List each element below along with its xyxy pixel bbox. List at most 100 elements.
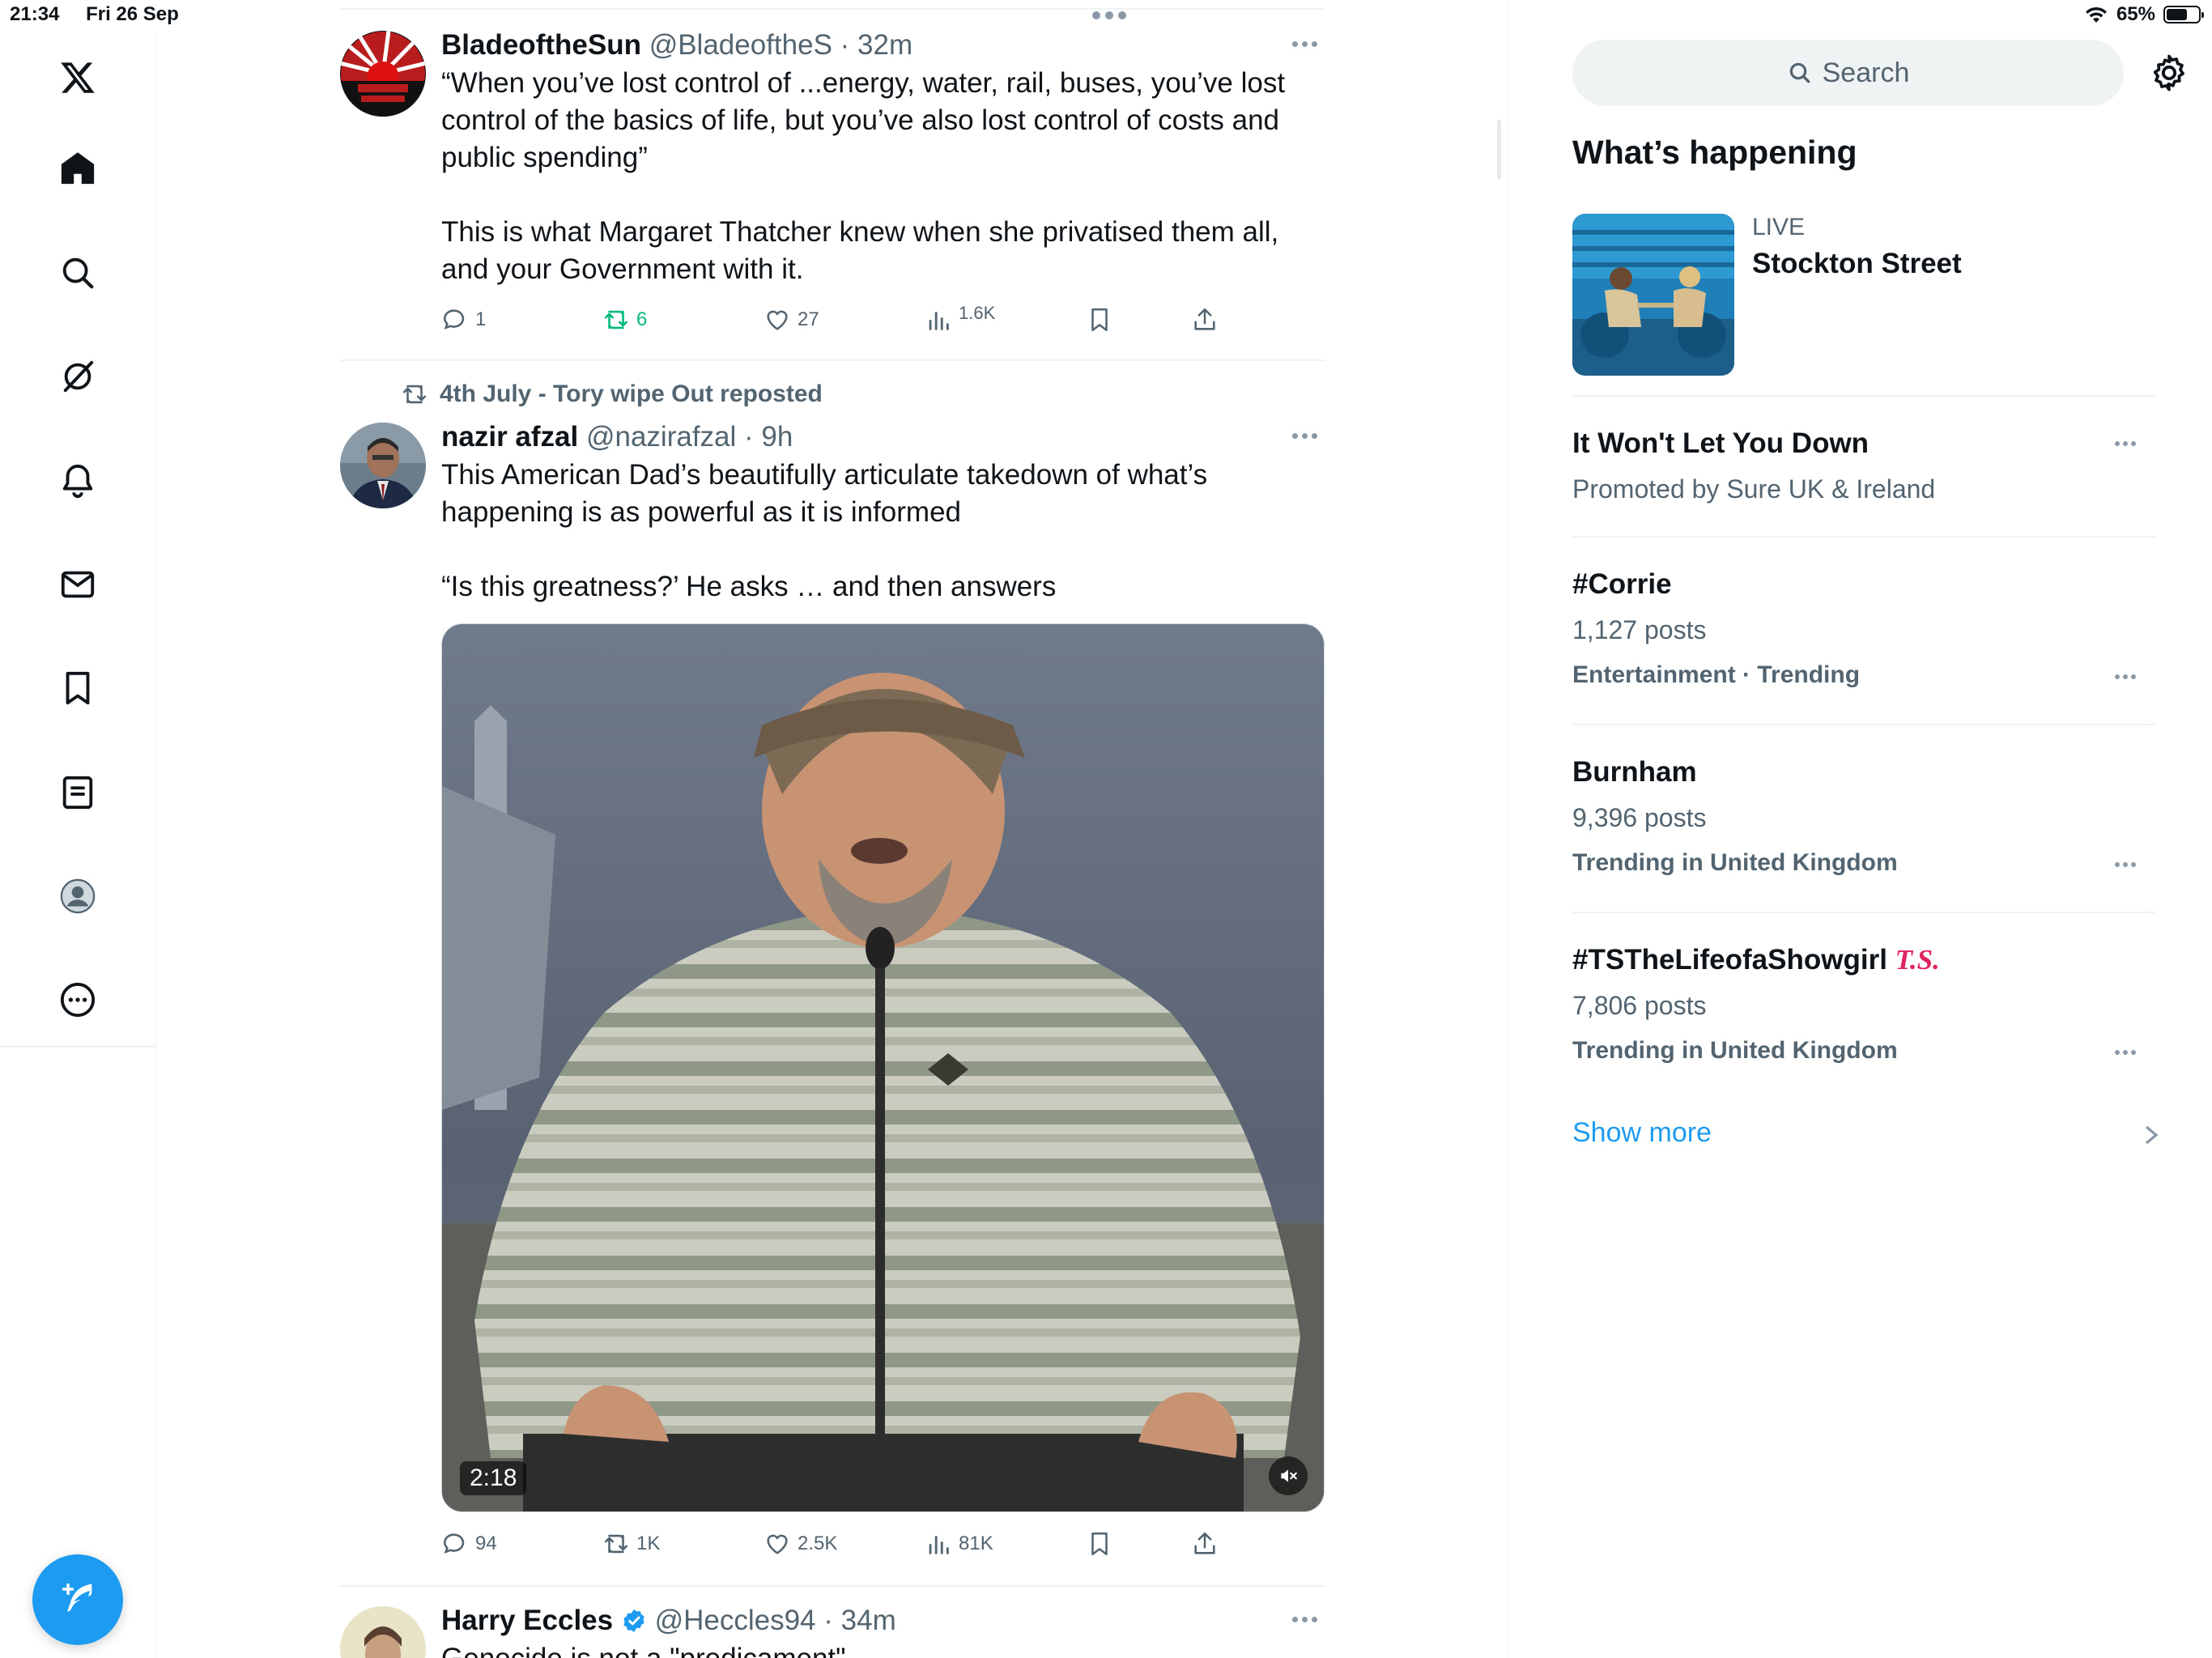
- status-time: 21:34: [10, 3, 60, 25]
- home-icon[interactable]: [52, 142, 104, 194]
- like-button[interactable]: 27: [764, 300, 819, 340]
- separator: ·: [832, 29, 858, 61]
- author-handle[interactable]: @nazirafzal: [586, 421, 736, 453]
- author-handle[interactable]: @BladeoftheS: [649, 29, 832, 61]
- trend-emoji-icon: T.S.: [1895, 944, 1940, 976]
- trend-name: #TSTheLifeofaShowgirl: [1572, 944, 1887, 976]
- bookmarks-icon[interactable]: [52, 662, 104, 714]
- repost-count: 1K: [636, 1533, 661, 1554]
- show-more-link[interactable]: Show more: [1572, 1117, 1712, 1149]
- avatar[interactable]: [340, 1606, 426, 1658]
- repost-button[interactable]: 6: [602, 300, 647, 340]
- lists-icon[interactable]: [52, 767, 104, 818]
- post-time[interactable]: 34m: [841, 1605, 896, 1636]
- search-input[interactable]: Search: [1572, 40, 2124, 106]
- trend-post-count: 1,127 posts: [1572, 615, 1707, 644]
- separator: ·: [815, 1605, 841, 1636]
- trend-divider: [1572, 724, 2155, 725]
- trend-divider: [1572, 912, 2155, 913]
- trend-more-button[interactable]: [2115, 670, 2142, 683]
- verified-badge-icon: [623, 1609, 644, 1632]
- settings-gear-icon[interactable]: [2148, 52, 2190, 94]
- live-event-title[interactable]: Stockton Street: [1752, 248, 1962, 280]
- share-button[interactable]: [1191, 300, 1219, 340]
- bookmark-button[interactable]: [1086, 1524, 1113, 1564]
- trend-more-button[interactable]: [2115, 858, 2142, 871]
- post-time[interactable]: 32m: [857, 29, 912, 61]
- separator: ·: [736, 421, 762, 453]
- post-paragraph: This American Dad’s beautifully articula…: [441, 459, 1208, 528]
- trend-more-button[interactable]: [2115, 1046, 2142, 1059]
- repost-button[interactable]: 1K: [602, 1524, 660, 1564]
- notifications-icon[interactable]: [52, 455, 104, 507]
- status-date: Fri 26 Sep: [86, 3, 179, 25]
- trend-category: Entertainment · Trending: [1572, 661, 1861, 688]
- nav-divider: [0, 1046, 155, 1047]
- repost-icon: [402, 385, 427, 404]
- post-paragraph: This is what Margaret Thatcher knew when…: [441, 216, 1279, 285]
- video-player[interactable]: 2:18: [441, 623, 1325, 1512]
- trend-name: Burnham: [1572, 756, 1697, 788]
- post-paragraph: “Is this greatness?’ He asks … and then …: [441, 571, 1057, 602]
- author-name[interactable]: Harry Eccles: [441, 1605, 613, 1636]
- trend-post-count: 9,396 posts: [1572, 803, 1707, 832]
- trend-item[interactable]: It Won't Let You Down Promoted by Sure U…: [1572, 426, 2155, 507]
- post-more-button[interactable]: [1292, 426, 1325, 445]
- trend-divider: [1572, 536, 2155, 538]
- views-chart-icon: [929, 1536, 949, 1554]
- views-button[interactable]: 81K: [925, 1524, 993, 1564]
- post-actions: 94 1K 2.5K 81K: [441, 1524, 1251, 1564]
- share-button[interactable]: [1191, 1524, 1219, 1564]
- reposted-by-text[interactable]: 4th July - Tory wipe Out reposted: [440, 380, 823, 408]
- x-logo-icon[interactable]: [52, 52, 104, 104]
- mute-button[interactable]: [1269, 1456, 1308, 1495]
- volume-muted-icon: [1281, 1469, 1297, 1482]
- avatar[interactable]: [340, 31, 426, 117]
- more-options-icon[interactable]: [52, 974, 104, 1026]
- compose-post-button[interactable]: [32, 1554, 123, 1645]
- share-icon: [1194, 308, 1215, 330]
- author-name[interactable]: BladeoftheSun: [441, 29, 641, 61]
- like-button[interactable]: 2.5K: [764, 1524, 837, 1564]
- profile-icon[interactable]: [52, 870, 104, 922]
- reply-button[interactable]: 94: [441, 1524, 497, 1564]
- scrollbar[interactable]: [1497, 120, 1501, 180]
- multitasking-handle[interactable]: [1092, 8, 1128, 23]
- heart-icon: [767, 1534, 788, 1554]
- timeline: BladeoftheSun @BladeoftheS · 32m “When y…: [340, 0, 1325, 1658]
- avatar[interactable]: [340, 423, 426, 508]
- trend-divider: [1572, 395, 2155, 397]
- reposted-by-line[interactable]: 4th July - Tory wipe Out reposted: [401, 380, 823, 408]
- search-icon[interactable]: [52, 247, 104, 299]
- trend-item[interactable]: #Corrie 1,127 posts Entertainment · Tren…: [1572, 567, 2155, 691]
- post-paragraph: Genocide is not a "predicament": [441, 1640, 1325, 1658]
- messages-icon[interactable]: [52, 559, 104, 610]
- trend-promoted-by: Promoted by Sure UK & Ireland: [1572, 474, 1936, 504]
- trend-item[interactable]: #TSTheLifeofaShowgirl T.S. 7,806 posts T…: [1572, 942, 2155, 1067]
- chevron-right-icon: [2145, 1125, 2159, 1145]
- post-more-button[interactable]: [1292, 34, 1325, 53]
- trend-more-button[interactable]: [2115, 437, 2142, 450]
- video-duration: 2:18: [460, 1461, 527, 1495]
- reply-icon: [443, 309, 465, 330]
- bookmark-button[interactable]: [1086, 300, 1113, 340]
- reply-button[interactable]: 1: [441, 300, 486, 340]
- search-icon: [1789, 62, 1810, 83]
- views-count: 81K: [959, 1533, 993, 1554]
- post-text: “When you’ve lost control of ...energy, …: [441, 65, 1325, 288]
- timeline-divider: [340, 1585, 1325, 1587]
- grok-icon[interactable]: [52, 351, 104, 402]
- trend-item[interactable]: Burnham 9,396 posts Trending in United K…: [1572, 755, 2155, 879]
- whats-happening-title: What’s happening: [1572, 134, 1857, 171]
- author-handle[interactable]: @Heccles94: [655, 1605, 816, 1636]
- reply-count: 94: [475, 1533, 497, 1554]
- author-name[interactable]: nazir afzal: [441, 421, 578, 453]
- post-time[interactable]: 9h: [761, 421, 793, 453]
- views-button[interactable]: 1.6K: [925, 300, 995, 340]
- post-more-button[interactable]: [1292, 1609, 1325, 1629]
- trend-post-count: 7,806 posts: [1572, 991, 1707, 1020]
- repost-icon: [604, 1534, 628, 1554]
- like-count: 27: [798, 308, 819, 330]
- live-event-thumbnail[interactable]: [1572, 214, 1734, 376]
- live-label: LIVE: [1752, 214, 1806, 240]
